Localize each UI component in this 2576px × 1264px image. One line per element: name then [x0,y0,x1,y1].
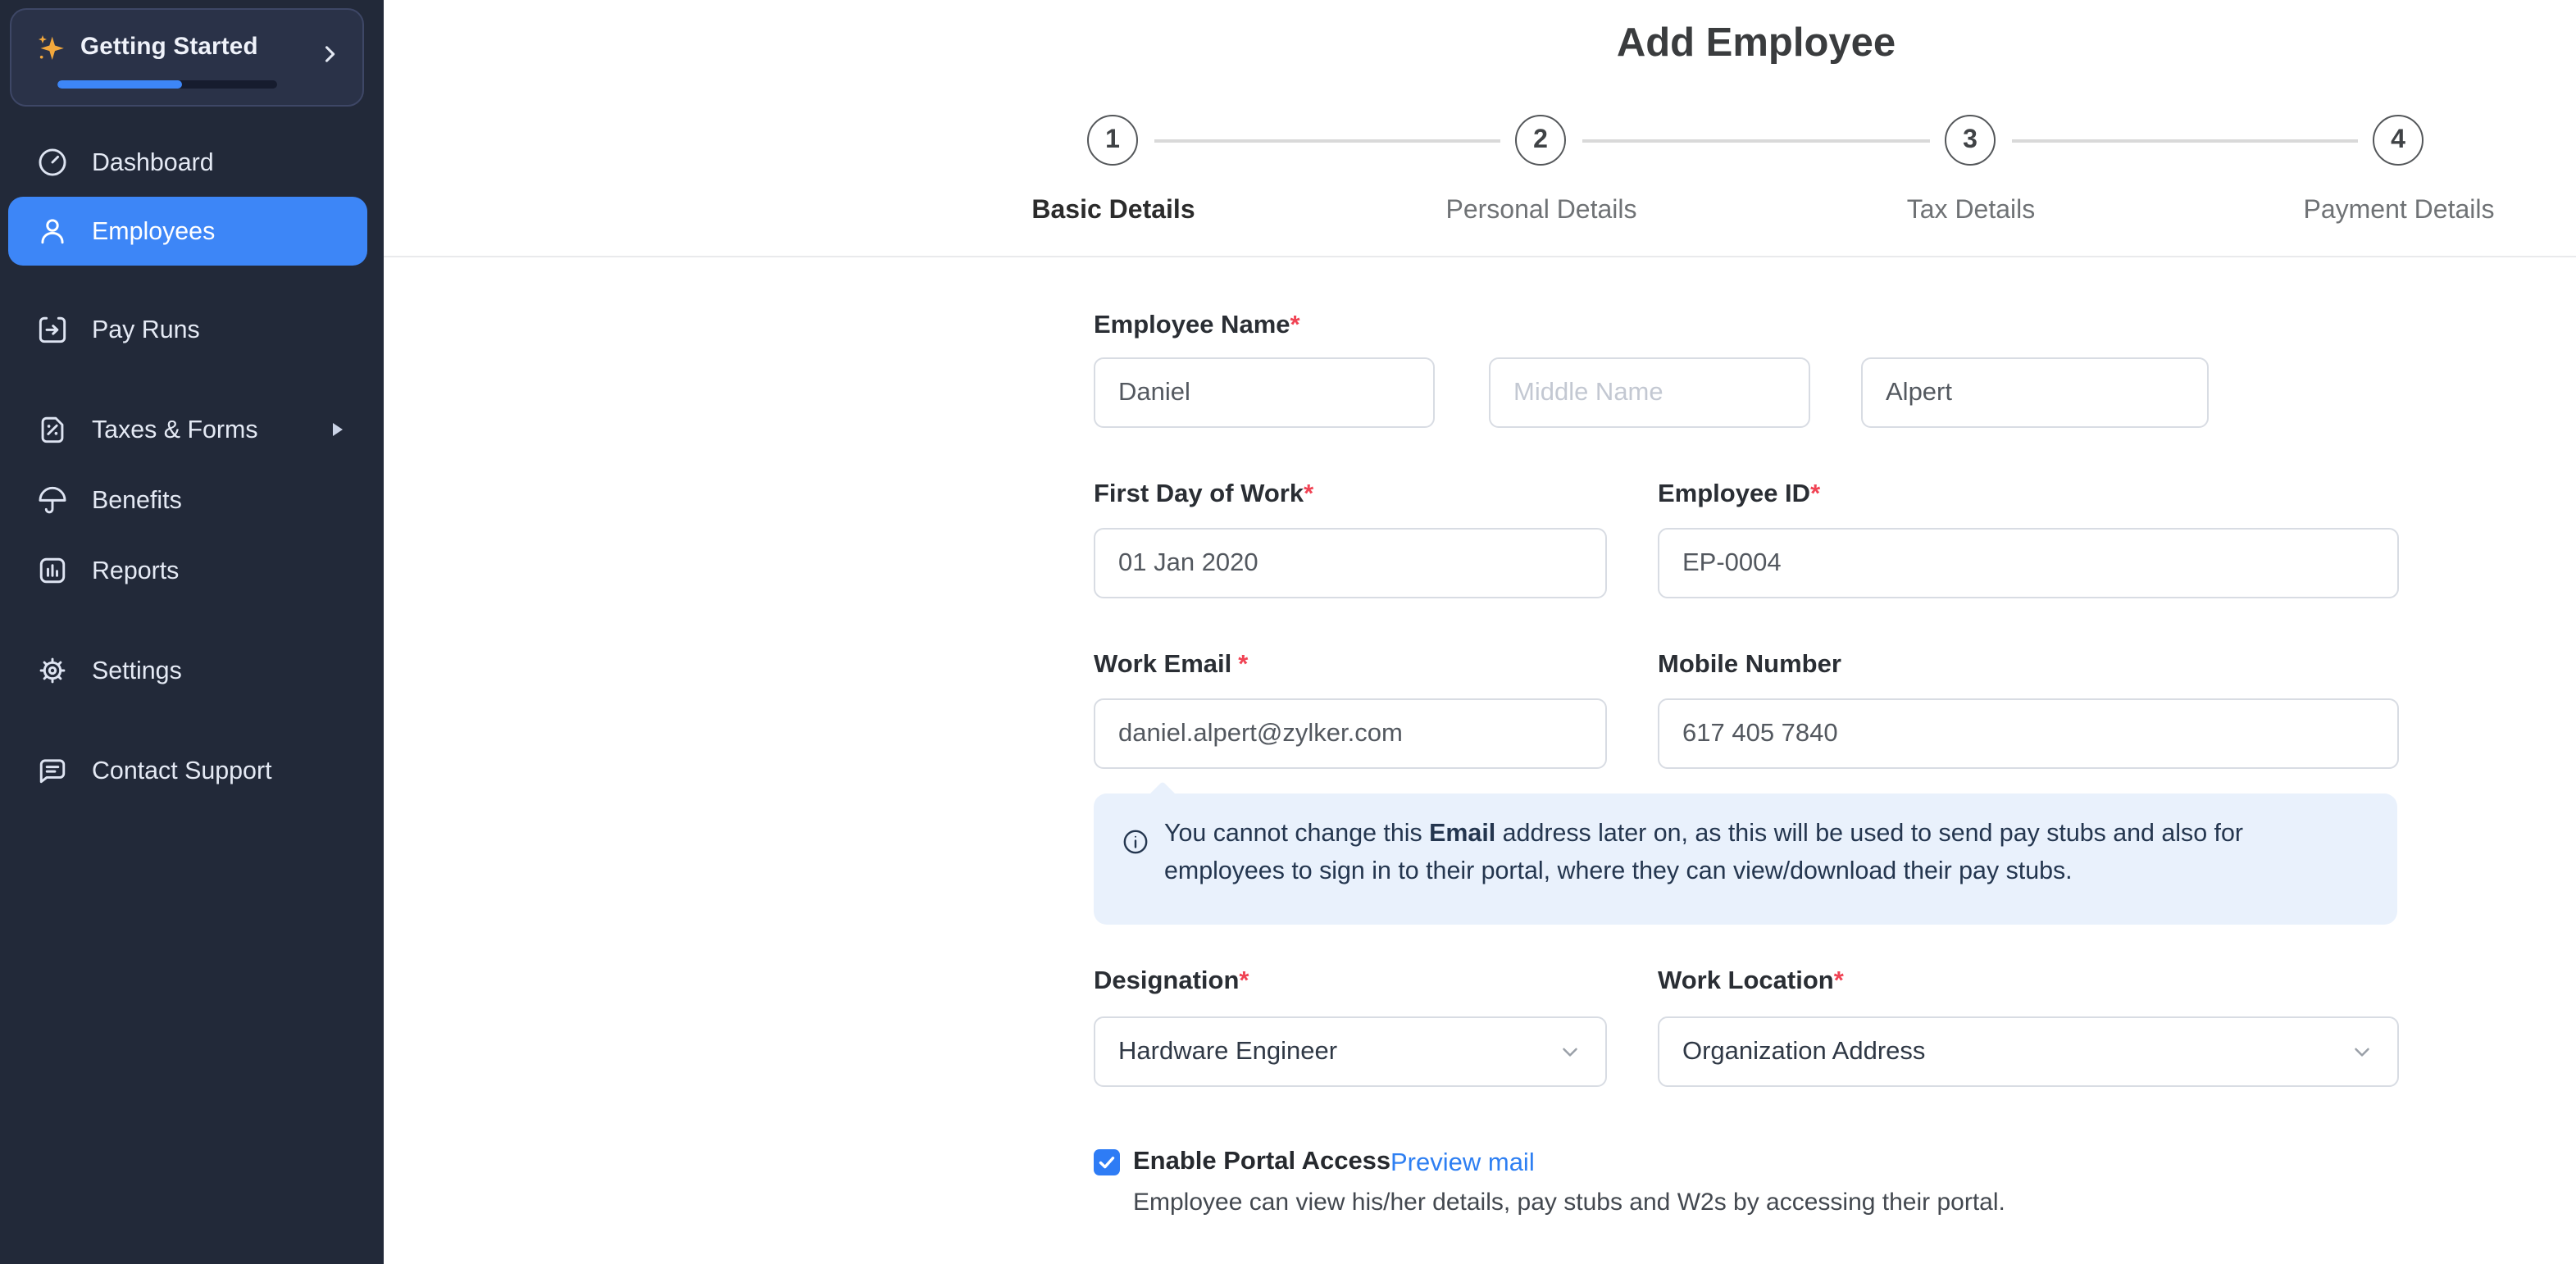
first-day-of-work-input[interactable] [1094,528,1607,598]
sidebar-item-label: Taxes & Forms [92,416,258,443]
label-text: Work Email [1094,651,1232,679]
required-asterisk: * [1810,480,1821,508]
step-3-circle[interactable]: 3 [1945,115,1996,166]
step-label-tax-details[interactable]: Tax Details [1907,197,2036,226]
work-email-input[interactable] [1094,698,1607,769]
portal-access-helper-text: Employee can view his/her details, pay s… [1133,1189,2005,1216]
contact-support-icon [34,752,71,789]
first-name-input[interactable] [1094,357,1435,428]
sidebar-item-benefits[interactable]: Benefits [8,467,367,533]
check-icon [1099,1157,1115,1169]
wizard-header: Add Employee 1 2 3 4 Basic Details Perso… [384,0,2576,257]
step-number: 3 [1963,125,1978,153]
info-text-prefix: You cannot change this [1164,820,1430,848]
work-location-selected-value: Organization Address [1682,1037,1926,1065]
enable-portal-access-label: Enable Portal Access [1133,1148,1391,1175]
sidebar-item-label: Contact Support [92,757,272,784]
sidebar-item-settings[interactable]: Settings [8,638,367,703]
taxes-forms-icon [34,411,71,448]
sidebar-item-pay-runs[interactable]: Pay Runs [8,297,367,362]
required-asterisk: * [1304,480,1314,508]
pay-runs-icon [34,311,71,348]
step-1-circle[interactable]: 1 [1087,115,1138,166]
sidebar-item-dashboard[interactable]: Dashboard [8,130,367,195]
step-label-personal-details[interactable]: Personal Details [1446,197,1637,226]
step-connector [2012,139,2358,143]
info-note-text: You cannot change this Email address lat… [1164,815,2364,890]
last-name-input[interactable] [1861,357,2209,428]
reports-icon [34,552,71,589]
info-icon [1122,828,1149,864]
label-text: Mobile Number [1658,651,1841,679]
sidebar: Getting Started Dashboard Employees Pay … [0,0,384,1264]
submenu-arrow-icon [333,423,343,436]
employee-id-input[interactable] [1658,528,2399,598]
getting-started-card[interactable]: Getting Started [10,8,364,107]
step-2-circle[interactable]: 2 [1515,115,1566,166]
sidebar-item-contact-support[interactable]: Contact Support [8,738,367,803]
sidebar-item-label: Employees [92,217,216,245]
label-text: First Day of Work [1094,480,1304,508]
mobile-number-label: Mobile Number [1658,651,1841,680]
first-day-of-work-label: First Day of Work* [1094,480,1313,510]
sidebar-item-label: Reports [92,557,180,584]
getting-started-progress-track [57,80,277,88]
sidebar-item-label: Benefits [92,486,182,514]
step-label-payment-details[interactable]: Payment Details [2304,197,2495,226]
step-number: 4 [2391,125,2405,153]
required-asterisk: * [1290,311,1300,339]
step-label-basic-details[interactable]: Basic Details [1031,197,1195,226]
page-title: Add Employee [1616,21,1896,66]
preview-mail-link[interactable]: Preview mail [1390,1149,1535,1179]
employee-name-label: Employee Name* [1094,311,1300,341]
label-text: Work Location [1658,967,1834,995]
getting-started-progress-fill [57,80,183,88]
designation-selected-value: Hardware Engineer [1118,1037,1338,1065]
designation-select[interactable]: Hardware Engineer [1094,1016,1607,1087]
step-connector [1154,139,1500,143]
sidebar-item-taxes-forms[interactable]: Taxes & Forms [8,397,367,462]
benefits-icon [34,482,71,518]
sidebar-item-employees[interactable]: Employees [8,197,367,266]
work-location-select[interactable]: Organization Address [1658,1016,2399,1087]
settings-icon [34,652,71,689]
step-4-circle[interactable]: 4 [2373,115,2424,166]
form-basic-details: Employee Name* First Day of Work* Employ… [384,257,2576,1264]
step-connector [1582,139,1930,143]
label-text: Employee Name [1094,311,1290,339]
chevron-down-icon [1558,1039,1582,1064]
designation-label: Designation* [1094,967,1249,997]
info-text-bold: Email [1429,820,1496,848]
employees-icon [34,213,71,249]
dashboard-icon [34,144,71,180]
sidebar-item-label: Settings [92,657,182,684]
mobile-number-input[interactable] [1658,698,2399,769]
sidebar-item-reports[interactable]: Reports [8,538,367,603]
app-window: Getting Started Dashboard Employees Pay … [0,0,2576,1264]
work-email-label: Work Email * [1094,651,1248,680]
employee-id-label: Employee ID* [1658,480,1820,510]
chevron-down-icon [2350,1039,2374,1064]
enable-portal-access-checkbox[interactable] [1094,1149,1120,1175]
email-info-note: You cannot change this Email address lat… [1094,781,2397,925]
required-asterisk: * [1833,967,1844,995]
chevron-right-icon [318,43,341,74]
sparkle-icon [34,31,67,64]
step-number: 2 [1533,125,1548,153]
main-panel: Add Employee 1 2 3 4 Basic Details Perso… [384,0,2576,1264]
step-number: 1 [1105,125,1120,153]
getting-started-label: Getting Started [80,34,258,61]
sidebar-item-label: Dashboard [92,148,214,176]
label-text: Employee ID [1658,480,1811,508]
required-asterisk: * [1238,651,1249,679]
info-caret [1149,781,1176,809]
label-text: Designation [1094,967,1240,995]
sidebar-item-label: Pay Runs [92,316,200,343]
required-asterisk: * [1239,967,1249,995]
middle-name-input[interactable] [1489,357,1810,428]
work-location-label: Work Location* [1658,967,1844,997]
